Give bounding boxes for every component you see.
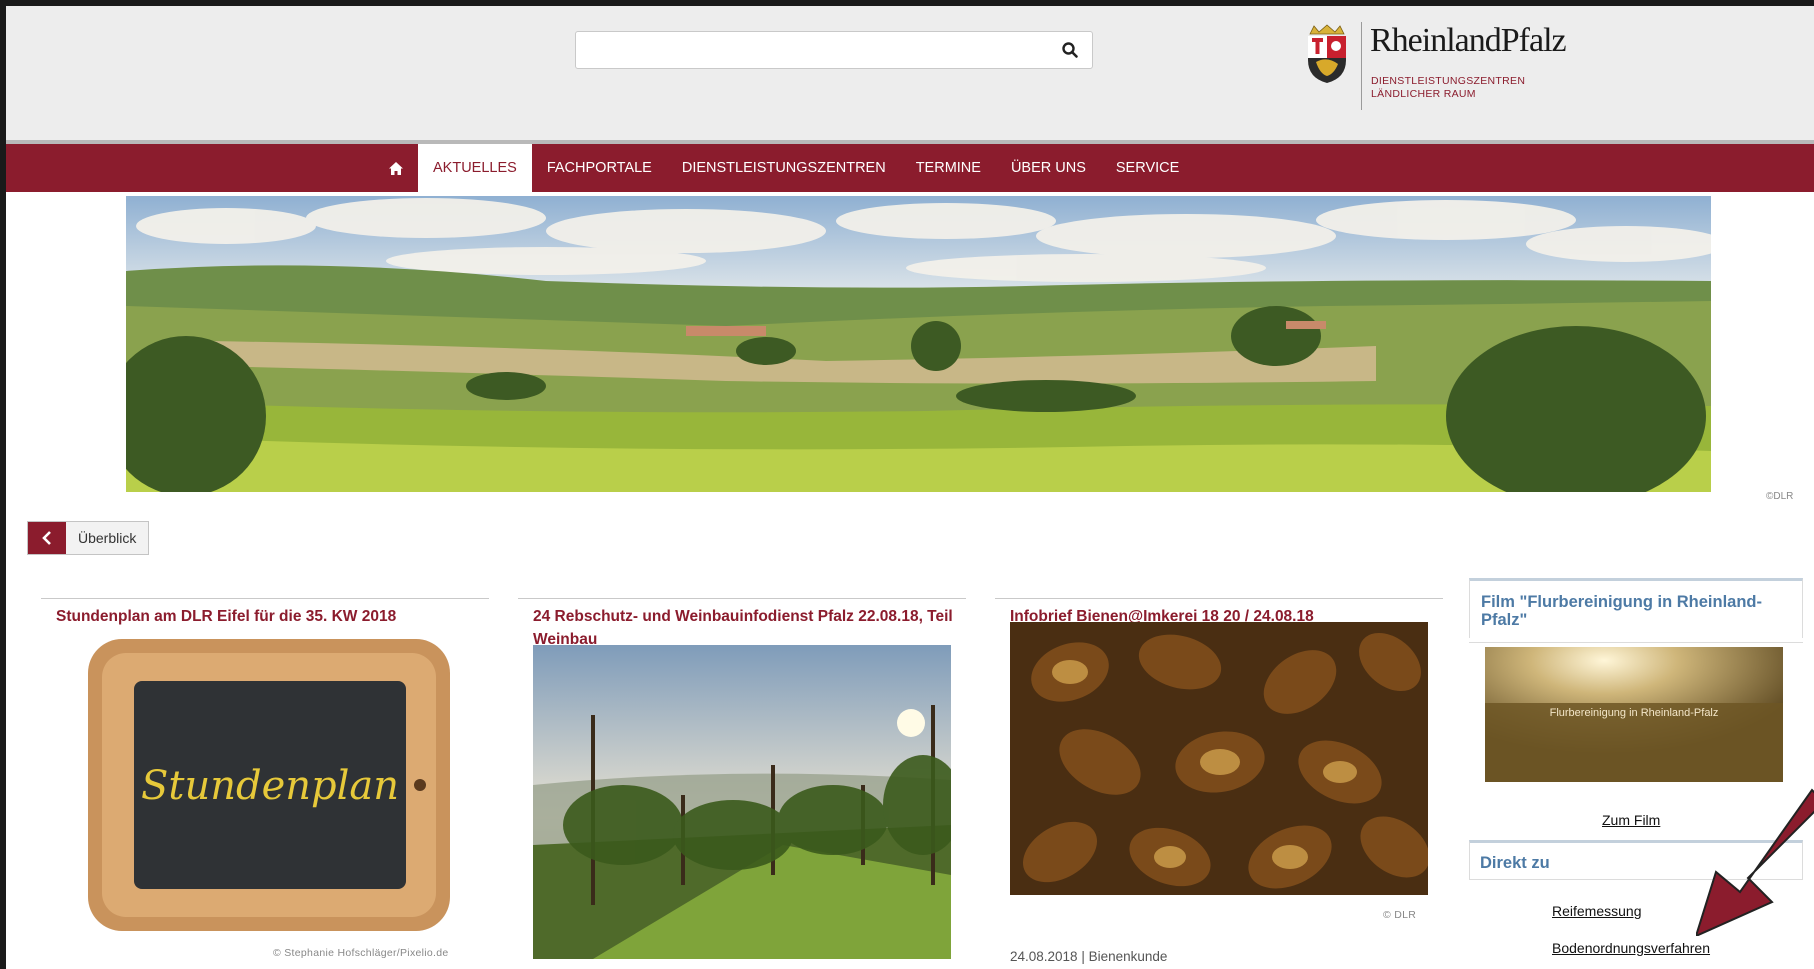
logo-subtitle-line1: DIENSTLEISTUNGSZENTREN — [1371, 75, 1526, 87]
logo-title: RheinlandPfalz — [1370, 22, 1567, 59]
main-nav: AKTUELLES FACHPORTALE DIENSTLEISTUNGSZEN… — [6, 140, 1814, 192]
hero-image — [126, 196, 1711, 492]
logo-subtitle-line2: LÄNDLICHER RAUM — [1371, 88, 1476, 100]
site-logo[interactable]: RheinlandPfalz DIENSTLEISTUNGSZENTREN LÄ… — [1304, 20, 1567, 110]
page-frame: RheinlandPfalz DIENSTLEISTUNGSZENTREN LÄ… — [6, 6, 1814, 969]
news-meta: 24.08.2018 | Bienenkunde — [1010, 949, 1168, 964]
nav-fachportale[interactable]: FACHPORTALE — [532, 144, 667, 192]
chalkboard-text: Stundenplan — [141, 763, 399, 809]
film-box: Film "Flurbereinigung in Rheinland-Pfalz… — [1469, 578, 1803, 638]
film-title: Film "Flurbereinigung in Rheinland-Pfalz… — [1481, 593, 1762, 629]
logo-subtitle: DIENSTLEISTUNGSZENTREN LÄNDLICHER RAUM — [1371, 75, 1525, 101]
image-credit: © DLR — [1383, 909, 1417, 921]
back-label: Überblick — [66, 522, 149, 554]
news-image[interactable] — [533, 645, 951, 959]
nav-ueber-uns[interactable]: ÜBER UNS — [996, 144, 1101, 192]
logo-divider — [1361, 22, 1362, 110]
nav-dienstleistungszentren[interactable]: DIENSTLEISTUNGSZENTREN — [667, 144, 901, 192]
sidebar-separator — [1469, 642, 1803, 643]
news-card: Infobrief Bienen@Imkerei 18 20 / 24.08.1… — [995, 598, 1443, 969]
direkt-zu-title: Direkt zu — [1480, 854, 1550, 872]
video-thumbnail[interactable]: Flurbereinigung in Rheinland-Pfalz — [1485, 647, 1783, 782]
search-button[interactable] — [1060, 41, 1080, 61]
nav-service[interactable]: SERVICE — [1101, 144, 1194, 192]
search-box[interactable] — [575, 31, 1093, 69]
image-credit: © Stephanie Hofschläger/Pixelio.de — [273, 947, 449, 959]
hero-credit: ©DLR — [1766, 491, 1794, 502]
coat-of-arms-icon — [1308, 24, 1346, 83]
news-image[interactable]: Stundenplan — [86, 637, 452, 933]
home-icon — [389, 161, 403, 175]
news-card: Stundenplan am DLR Eifel für die 35. KW … — [41, 598, 489, 969]
search-icon — [1062, 42, 1078, 58]
nav-aktuelles[interactable]: AKTUELLES — [418, 144, 532, 192]
chalkboard-image: Stundenplan — [86, 637, 452, 933]
zum-film-link[interactable]: Zum Film — [1602, 812, 1660, 828]
search-input[interactable] — [584, 38, 1024, 62]
reifemessung-link[interactable]: Reifemessung — [1552, 903, 1642, 919]
bees-image — [1010, 622, 1428, 895]
nav-termine[interactable]: TERMINE — [901, 144, 996, 192]
bodenordnungsverfahren-link[interactable]: Bodenordnungsverfahren — [1552, 940, 1710, 956]
back-button[interactable]: Überblick — [27, 521, 150, 555]
news-title[interactable]: Stundenplan am DLR Eifel für die 35. KW … — [56, 605, 476, 628]
nav-home[interactable] — [374, 144, 418, 192]
vineyard-image — [533, 645, 951, 959]
direkt-zu-box: Direkt zu — [1469, 840, 1803, 880]
landscape-image — [126, 196, 1711, 492]
header: RheinlandPfalz DIENSTLEISTUNGSZENTREN LÄ… — [6, 6, 1814, 140]
news-image[interactable] — [1010, 622, 1428, 895]
chevron-left-icon — [42, 531, 51, 545]
video-label: Flurbereinigung in Rheinland-Pfalz — [1549, 707, 1719, 719]
news-card: 24 Rebschutz- und Weinbauinfodienst Pfal… — [518, 598, 966, 969]
